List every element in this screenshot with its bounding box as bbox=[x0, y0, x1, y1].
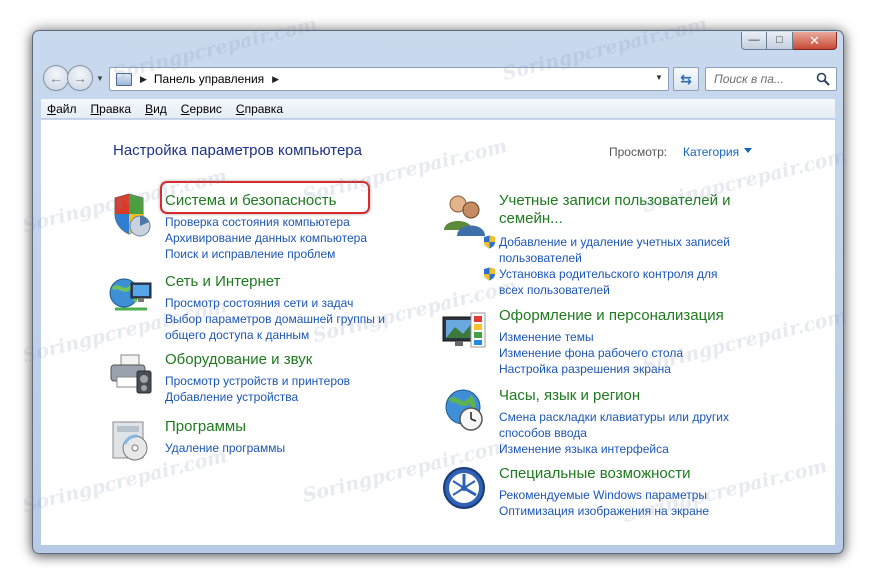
users-icon bbox=[444, 195, 485, 236]
menu-tools[interactable]: Сервис bbox=[181, 102, 222, 116]
shield-icon bbox=[114, 193, 151, 237]
link-parental-controls-cont[interactable]: всех пользователей bbox=[499, 282, 730, 298]
category-title[interactable]: Учетные записи пользователей и семейн... bbox=[499, 192, 731, 228]
link-homegroup-cont[interactable]: общего доступа к данным bbox=[165, 327, 385, 343]
link-uninstall[interactable]: Удаление программы bbox=[165, 440, 285, 456]
monitor-palette-icon bbox=[442, 312, 486, 348]
link-text: Установка родительского контроля для bbox=[499, 267, 718, 281]
category-title-line1: Учетные записи пользователей и bbox=[499, 192, 731, 209]
maximize-button[interactable]: □ bbox=[767, 32, 793, 50]
address-bar[interactable]: ▶ Панель управления ▶ bbox=[109, 67, 669, 91]
programs-icon bbox=[112, 421, 148, 461]
arrow-right-icon: → bbox=[73, 70, 87, 86]
page-title: Настройка параметров компьютера bbox=[113, 142, 362, 159]
refresh-icon: ⇆ bbox=[680, 70, 692, 87]
caret-down-icon[interactable] bbox=[744, 148, 752, 153]
category-title[interactable]: Часы, язык и регион bbox=[499, 387, 640, 405]
caption-buttons: — □ ✕ bbox=[741, 32, 837, 50]
menu-view[interactable]: Вид bbox=[145, 102, 167, 116]
link-keyboard-layout[interactable]: Смена раскладки клавиатуры или других bbox=[499, 409, 729, 425]
category-title[interactable]: Специальные возможности bbox=[499, 465, 691, 483]
link-parental-controls[interactable]: Установка родительского контроля для bbox=[484, 266, 730, 282]
link-add-device[interactable]: Добавление устройства bbox=[165, 389, 350, 405]
link-add-remove-accounts[interactable]: Добавление и удаление учетных записей bbox=[484, 234, 731, 250]
control-panel-window: — □ ✕ ← → ▼ ▶ Панель управления ▶ ▼ ⇆ Фа… bbox=[32, 30, 844, 554]
network-globe-icon bbox=[109, 278, 152, 311]
forward-button[interactable]: → bbox=[67, 65, 93, 91]
breadcrumb-chevron-icon[interactable]: ▶ bbox=[272, 74, 279, 85]
link-optimize-display[interactable]: Оптимизация изображения на экране bbox=[499, 503, 709, 519]
refresh-button[interactable]: ⇆ bbox=[673, 67, 699, 91]
printer-icon bbox=[110, 354, 152, 394]
menu-file[interactable]: Файл bbox=[47, 102, 77, 116]
recent-pages-dropdown[interactable]: ▼ bbox=[96, 74, 104, 83]
menu-bar: Файл Правка Вид Сервис Справка bbox=[41, 99, 835, 119]
category-title[interactable]: Программы bbox=[165, 418, 246, 436]
accessibility-icon bbox=[443, 467, 485, 509]
link-backup[interactable]: Архивирование данных компьютера bbox=[165, 230, 367, 246]
back-button[interactable]: ← bbox=[43, 65, 69, 91]
minimize-button[interactable]: — bbox=[741, 32, 767, 50]
close-button[interactable]: ✕ bbox=[793, 32, 837, 50]
arrow-left-icon: ← bbox=[49, 70, 63, 86]
search-icon[interactable] bbox=[816, 72, 830, 86]
link-devices-printers[interactable]: Просмотр устройств и принтеров bbox=[165, 373, 350, 389]
menu-help[interactable]: Справка bbox=[236, 102, 283, 116]
highlight-annotation bbox=[160, 181, 370, 214]
uac-shield-icon bbox=[484, 267, 495, 281]
breadcrumb-chevron-icon[interactable]: ▶ bbox=[140, 74, 147, 85]
link-change-background[interactable]: Изменение фона рабочего стола bbox=[499, 345, 683, 361]
address-dropdown[interactable]: ▼ bbox=[655, 73, 663, 82]
navigation-row: ← → ▼ ▶ Панель управления ▶ ▼ ⇆ bbox=[41, 65, 837, 93]
link-check-status[interactable]: Проверка состояния компьютера bbox=[165, 214, 367, 230]
uac-shield-icon bbox=[484, 235, 495, 249]
link-troubleshoot[interactable]: Поиск и исправление проблем bbox=[165, 246, 367, 262]
category-title[interactable]: Оборудование и звук bbox=[165, 351, 312, 369]
category-title[interactable]: Сеть и Интернет bbox=[165, 273, 281, 291]
breadcrumb-control-panel[interactable]: Панель управления bbox=[154, 72, 264, 86]
link-add-remove-accounts-cont[interactable]: пользователей bbox=[499, 250, 730, 266]
search-box bbox=[705, 67, 837, 91]
control-panel-icon bbox=[116, 72, 132, 86]
view-by-dropdown[interactable]: Категория bbox=[683, 145, 739, 159]
link-change-theme[interactable]: Изменение темы bbox=[499, 329, 683, 345]
view-by-label: Просмотр: bbox=[609, 145, 668, 159]
link-network-status[interactable]: Просмотр состояния сети и задач bbox=[165, 295, 385, 311]
category-title[interactable]: Оформление и персонализация bbox=[499, 307, 724, 325]
category-title-line2: семейн... bbox=[499, 210, 563, 227]
clock-globe-icon bbox=[445, 389, 483, 431]
control-panel-content: Настройка параметров компьютера Просмотр… bbox=[41, 120, 835, 545]
link-keyboard-layout-cont[interactable]: способов ввода bbox=[499, 425, 729, 441]
link-recommended-settings[interactable]: Рекомендуемые Windows параметры bbox=[499, 487, 709, 503]
search-input[interactable] bbox=[714, 72, 806, 86]
link-homegroup[interactable]: Выбор параметров домашней группы и bbox=[165, 311, 385, 327]
menu-edit[interactable]: Правка bbox=[91, 102, 132, 116]
link-display-language[interactable]: Изменение языка интерфейса bbox=[499, 441, 729, 457]
link-screen-resolution[interactable]: Настройка разрешения экрана bbox=[499, 361, 683, 377]
link-text: Добавление и удаление учетных записей bbox=[499, 235, 731, 249]
